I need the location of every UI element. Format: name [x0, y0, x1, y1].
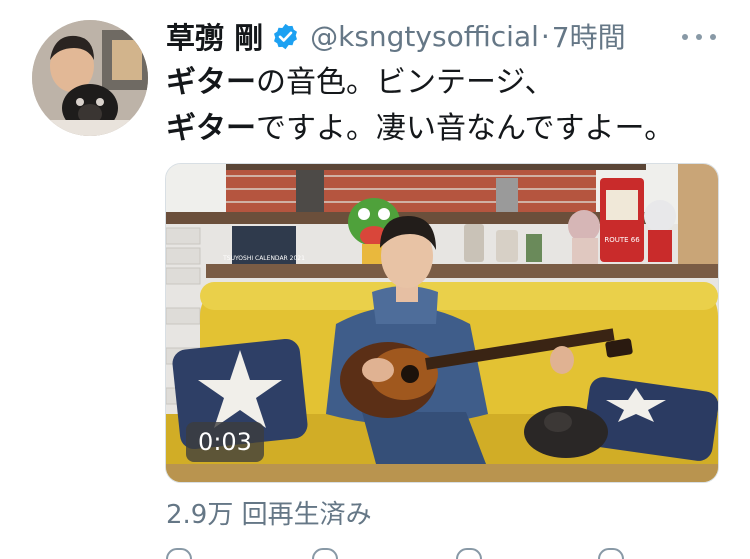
tweet-text-line-1: ギターの音色。ビンテージ、: [166, 60, 726, 106]
text-segment: ですよ。凄い音なんですよー。: [256, 111, 675, 146]
author-handle[interactable]: @ksngtysofficial: [310, 20, 539, 53]
avatar[interactable]: [32, 20, 148, 136]
highlight-word: ギター: [166, 65, 256, 100]
more-icon[interactable]: [682, 22, 716, 52]
separator-dot: ·: [540, 19, 550, 53]
verified-badge-icon: [271, 22, 300, 51]
video-player[interactable]: TSUYOSHI CALENDAR 2021 ROUTE 66 0:03: [165, 163, 719, 483]
like-icon[interactable]: [456, 548, 486, 559]
tweet-text: ギターの音色。ビンテージ、 ギターですよ。凄い音なんですよー。: [166, 60, 726, 152]
route-sign-text: ROUTE 66: [604, 236, 640, 244]
action-bar: [166, 548, 726, 559]
calendar-caption: TSUYOSHI CALENDAR 2021: [222, 255, 305, 262]
tweet-timestamp[interactable]: 7時間: [552, 16, 626, 56]
tweet-text-line-2: ギターですよ。凄い音なんですよー。: [166, 106, 726, 152]
video-duration-badge: 0:03: [186, 422, 264, 462]
author-name[interactable]: 草彅 剛: [166, 15, 263, 57]
text-segment: の音色。ビンテージ、: [256, 65, 555, 100]
highlight-word: ギター: [166, 111, 256, 146]
share-icon[interactable]: [598, 548, 628, 559]
view-count: 2.9万 回再生済み: [166, 500, 372, 530]
reply-icon[interactable]: [166, 548, 196, 559]
tweet-header: 草彅 剛 @ksngtysofficial · 7時間: [166, 12, 726, 60]
retweet-icon[interactable]: [312, 548, 342, 559]
